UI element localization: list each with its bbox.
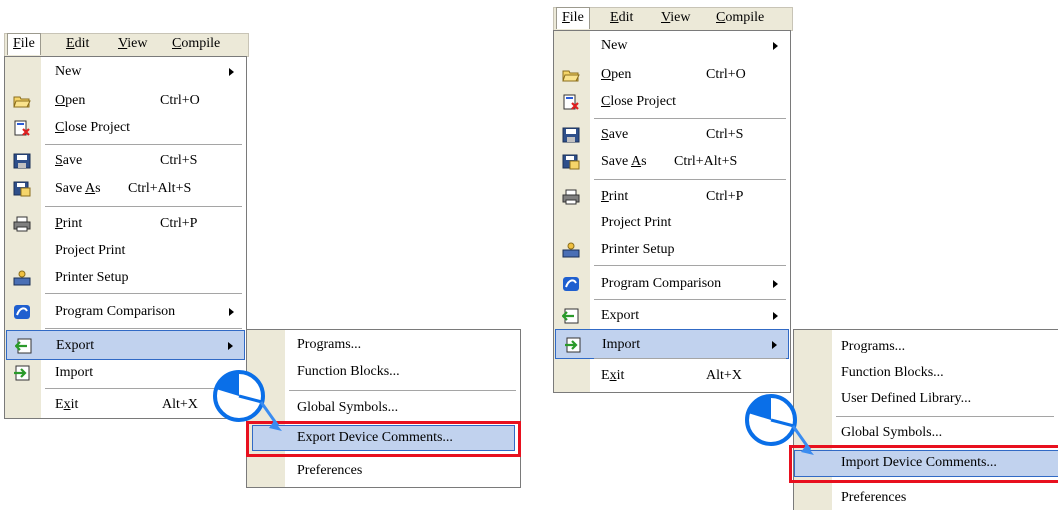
- menu-view[interactable]: View: [661, 10, 691, 26]
- comparison-icon: [563, 277, 579, 291]
- separator: [594, 358, 786, 359]
- submenu-arrow-icon: [773, 312, 778, 320]
- separator: [45, 144, 242, 145]
- submenu-arrow-icon: [228, 342, 233, 350]
- menu-item-export[interactable]: Export: [554, 301, 790, 331]
- pointer-callout-icon: [745, 394, 814, 455]
- printer-icon: [13, 216, 31, 232]
- menu-item-save[interactable]: Save Ctrl+S: [554, 120, 790, 150]
- menu-view[interactable]: View: [118, 36, 148, 52]
- export-icon: [15, 338, 32, 354]
- separator: [594, 265, 786, 266]
- menu-item-open[interactable]: Open Ctrl+O: [554, 60, 790, 90]
- close-project-icon: [14, 120, 30, 136]
- menu-bar: File Edit View Compile: [4, 33, 249, 57]
- menu-item-project-print[interactable]: Project Print: [5, 236, 246, 266]
- menu-file[interactable]: File: [7, 33, 41, 55]
- menu-item-import[interactable]: Import: [5, 358, 246, 388]
- submenu-item-programs[interactable]: Programs...: [247, 330, 520, 360]
- pointer-callout-icon: [213, 370, 282, 431]
- menu-item-program-comparison[interactable]: Program Comparison: [5, 297, 246, 327]
- menu-compile[interactable]: Compile: [716, 10, 764, 26]
- menu-item-new[interactable]: New: [554, 31, 790, 61]
- menu-item-printer-setup[interactable]: Printer Setup: [5, 263, 246, 293]
- separator: [836, 416, 1054, 417]
- comparison-icon: [14, 305, 30, 319]
- menu-bar: File Edit View Compile: [553, 7, 793, 31]
- menu-item-program-comparison[interactable]: Program Comparison: [554, 269, 790, 299]
- export-icon: [562, 308, 579, 324]
- menu-item-close-project[interactable]: Close Project: [554, 87, 790, 117]
- printer-icon: [562, 189, 580, 205]
- submenu-arrow-icon: [229, 68, 234, 76]
- menu-item-save[interactable]: Save Ctrl+S: [5, 146, 246, 176]
- save-as-icon: [13, 181, 31, 197]
- submenu-arrow-icon: [229, 308, 234, 316]
- separator: [594, 299, 786, 300]
- menu-item-printer-setup[interactable]: Printer Setup: [554, 235, 790, 265]
- menu-item-export[interactable]: Export: [6, 330, 245, 360]
- menu-item-exit[interactable]: Exit Alt+X: [5, 390, 246, 420]
- import-icon: [565, 337, 581, 353]
- submenu-arrow-icon: [773, 42, 778, 50]
- printer-setup-icon: [13, 270, 31, 286]
- separator: [45, 328, 242, 329]
- save-icon: [562, 127, 580, 143]
- menu-item-new[interactable]: New: [5, 57, 246, 87]
- folder-open-icon: [562, 70, 580, 82]
- menu-edit[interactable]: Edit: [66, 36, 89, 52]
- menu-item-save-as[interactable]: Save As Ctrl+Alt+S: [5, 174, 246, 204]
- save-as-icon: [562, 154, 580, 170]
- menu-item-open[interactable]: Open Ctrl+O: [5, 86, 246, 116]
- menu-file[interactable]: File: [556, 7, 590, 29]
- menu-compile[interactable]: Compile: [172, 36, 220, 52]
- file-menu: New Open Ctrl+O Close Project Save Ctrl+…: [4, 56, 247, 419]
- submenu-arrow-icon: [772, 341, 777, 349]
- menu-edit[interactable]: Edit: [610, 10, 633, 26]
- separator: [45, 293, 242, 294]
- menu-item-import[interactable]: Import: [555, 329, 789, 359]
- submenu-item-preferences[interactable]: Preferences: [794, 483, 1058, 513]
- separator: [45, 206, 242, 207]
- save-icon: [13, 153, 31, 169]
- folder-open-icon: [13, 96, 31, 108]
- menu-item-close-project[interactable]: Close Project: [5, 113, 246, 143]
- separator: [289, 390, 516, 391]
- separator: [594, 118, 786, 119]
- file-menu: New Open Ctrl+O Close Project Save Ctrl+…: [553, 30, 791, 393]
- import-icon: [14, 365, 30, 381]
- menu-item-print[interactable]: Print Ctrl+P: [5, 209, 246, 239]
- printer-setup-icon: [562, 242, 580, 258]
- menu-item-exit[interactable]: Exit Alt+X: [554, 361, 790, 391]
- menu-item-save-as[interactable]: Save As Ctrl+Alt+S: [554, 147, 790, 177]
- close-project-icon: [563, 94, 579, 110]
- submenu-arrow-icon: [773, 280, 778, 288]
- separator: [594, 179, 786, 180]
- menu-item-project-print[interactable]: Project Print: [554, 208, 790, 238]
- submenu-item-preferences[interactable]: Preferences: [247, 456, 520, 486]
